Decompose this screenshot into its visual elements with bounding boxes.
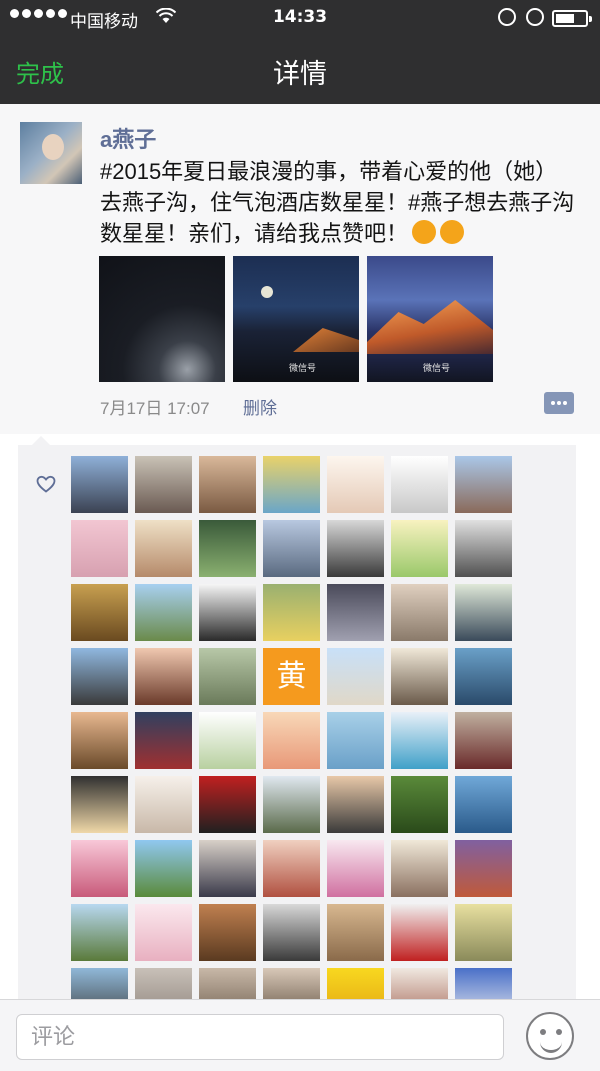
- post-photo[interactable]: 微信号: [233, 256, 359, 382]
- avatar[interactable]: [20, 122, 82, 184]
- post-date: 7月17日 17:07: [100, 399, 210, 418]
- liker-avatar[interactable]: [327, 712, 384, 769]
- heart-icon: [36, 475, 56, 493]
- comment-input[interactable]: 评论: [16, 1014, 504, 1060]
- liker-avatar[interactable]: [135, 712, 192, 769]
- emoji-button-icon[interactable]: [526, 1012, 574, 1060]
- liker-avatar[interactable]: [391, 776, 448, 833]
- liker-avatar[interactable]: [391, 712, 448, 769]
- page-title: 详情: [273, 59, 327, 89]
- rotation-lock-icon: [498, 8, 516, 26]
- comment-bar: 评论: [0, 999, 600, 1071]
- likes-panel: 黄: [18, 445, 576, 1071]
- liker-avatar[interactable]: [327, 648, 384, 705]
- liker-avatar[interactable]: [455, 456, 512, 513]
- post-photos: 微信号 微信号: [99, 256, 493, 382]
- liker-avatar[interactable]: [135, 776, 192, 833]
- liker-avatar[interactable]: [199, 648, 256, 705]
- liker-avatar[interactable]: [391, 584, 448, 641]
- likes-grid: 黄: [71, 456, 512, 1025]
- liker-avatar[interactable]: [455, 584, 512, 641]
- liker-avatar[interactable]: [71, 648, 128, 705]
- liker-avatar[interactable]: [327, 456, 384, 513]
- liker-avatar[interactable]: [327, 584, 384, 641]
- liker-avatar[interactable]: [327, 776, 384, 833]
- heart-eyes-emoji-icon: [412, 220, 437, 244]
- liker-avatar[interactable]: [135, 648, 192, 705]
- post-text: #2015年夏日最浪漫的事，带着心爱的他（她）去燕子沟，住气泡酒店数星星！#燕子…: [100, 159, 575, 246]
- liker-avatar[interactable]: [135, 520, 192, 577]
- liker-avatar[interactable]: [391, 840, 448, 897]
- liker-avatar[interactable]: [135, 584, 192, 641]
- post-photo[interactable]: [99, 256, 225, 382]
- post-username[interactable]: a燕子: [100, 122, 156, 154]
- liker-avatar[interactable]: [391, 648, 448, 705]
- watermark: 微信号: [423, 364, 451, 374]
- liker-avatar[interactable]: [455, 520, 512, 577]
- likes-arrow: [32, 436, 50, 445]
- watermark: 微信号: [289, 364, 317, 374]
- liker-avatar[interactable]: [455, 712, 512, 769]
- liker-avatar[interactable]: [263, 904, 320, 961]
- liker-avatar[interactable]: [71, 712, 128, 769]
- liker-avatar[interactable]: [199, 776, 256, 833]
- liker-avatar[interactable]: [391, 520, 448, 577]
- liker-avatar[interactable]: [327, 520, 384, 577]
- liker-avatar[interactable]: [199, 456, 256, 513]
- liker-avatar[interactable]: [199, 584, 256, 641]
- liker-avatar[interactable]: [263, 840, 320, 897]
- heart-eyes-emoji-icon: [440, 220, 465, 244]
- comment-menu-icon[interactable]: [544, 392, 574, 414]
- liker-avatar[interactable]: [327, 904, 384, 961]
- liker-avatar[interactable]: [391, 456, 448, 513]
- liker-avatar[interactable]: [263, 712, 320, 769]
- status-bar: 中国移动 14:33: [0, 0, 600, 36]
- liker-avatar[interactable]: [263, 584, 320, 641]
- liker-avatar[interactable]: [199, 520, 256, 577]
- delete-button[interactable]: 删除: [243, 394, 277, 419]
- liker-avatar[interactable]: [263, 776, 320, 833]
- liker-avatar[interactable]: [71, 776, 128, 833]
- alarm-icon: [526, 8, 544, 26]
- top-bar: 中国移动 14:33 完成 详情: [0, 0, 600, 104]
- liker-avatar[interactable]: [135, 456, 192, 513]
- liker-avatar[interactable]: [199, 712, 256, 769]
- liker-avatar[interactable]: [71, 904, 128, 961]
- liker-avatar[interactable]: [455, 904, 512, 961]
- liker-avatar[interactable]: [199, 840, 256, 897]
- liker-avatar[interactable]: [71, 840, 128, 897]
- moment-post: a燕子 #2015年夏日最浪漫的事，带着心爱的他（她）去燕子沟，住气泡酒店数星星…: [0, 104, 600, 434]
- liker-avatar[interactable]: [455, 776, 512, 833]
- liker-avatar[interactable]: [391, 904, 448, 961]
- liker-avatar[interactable]: [199, 904, 256, 961]
- liker-avatar[interactable]: 黄: [263, 648, 320, 705]
- liker-avatar[interactable]: [135, 904, 192, 961]
- liker-avatar[interactable]: [135, 840, 192, 897]
- liker-avatar[interactable]: [455, 648, 512, 705]
- post-photo[interactable]: 微信号: [367, 256, 493, 382]
- liker-avatar[interactable]: [263, 520, 320, 577]
- liker-avatar[interactable]: [71, 520, 128, 577]
- liker-avatar[interactable]: [455, 840, 512, 897]
- liker-avatar[interactable]: [71, 456, 128, 513]
- liker-avatar[interactable]: [263, 456, 320, 513]
- battery-icon: [552, 10, 592, 27]
- liker-avatar[interactable]: [327, 840, 384, 897]
- liker-avatar[interactable]: [71, 584, 128, 641]
